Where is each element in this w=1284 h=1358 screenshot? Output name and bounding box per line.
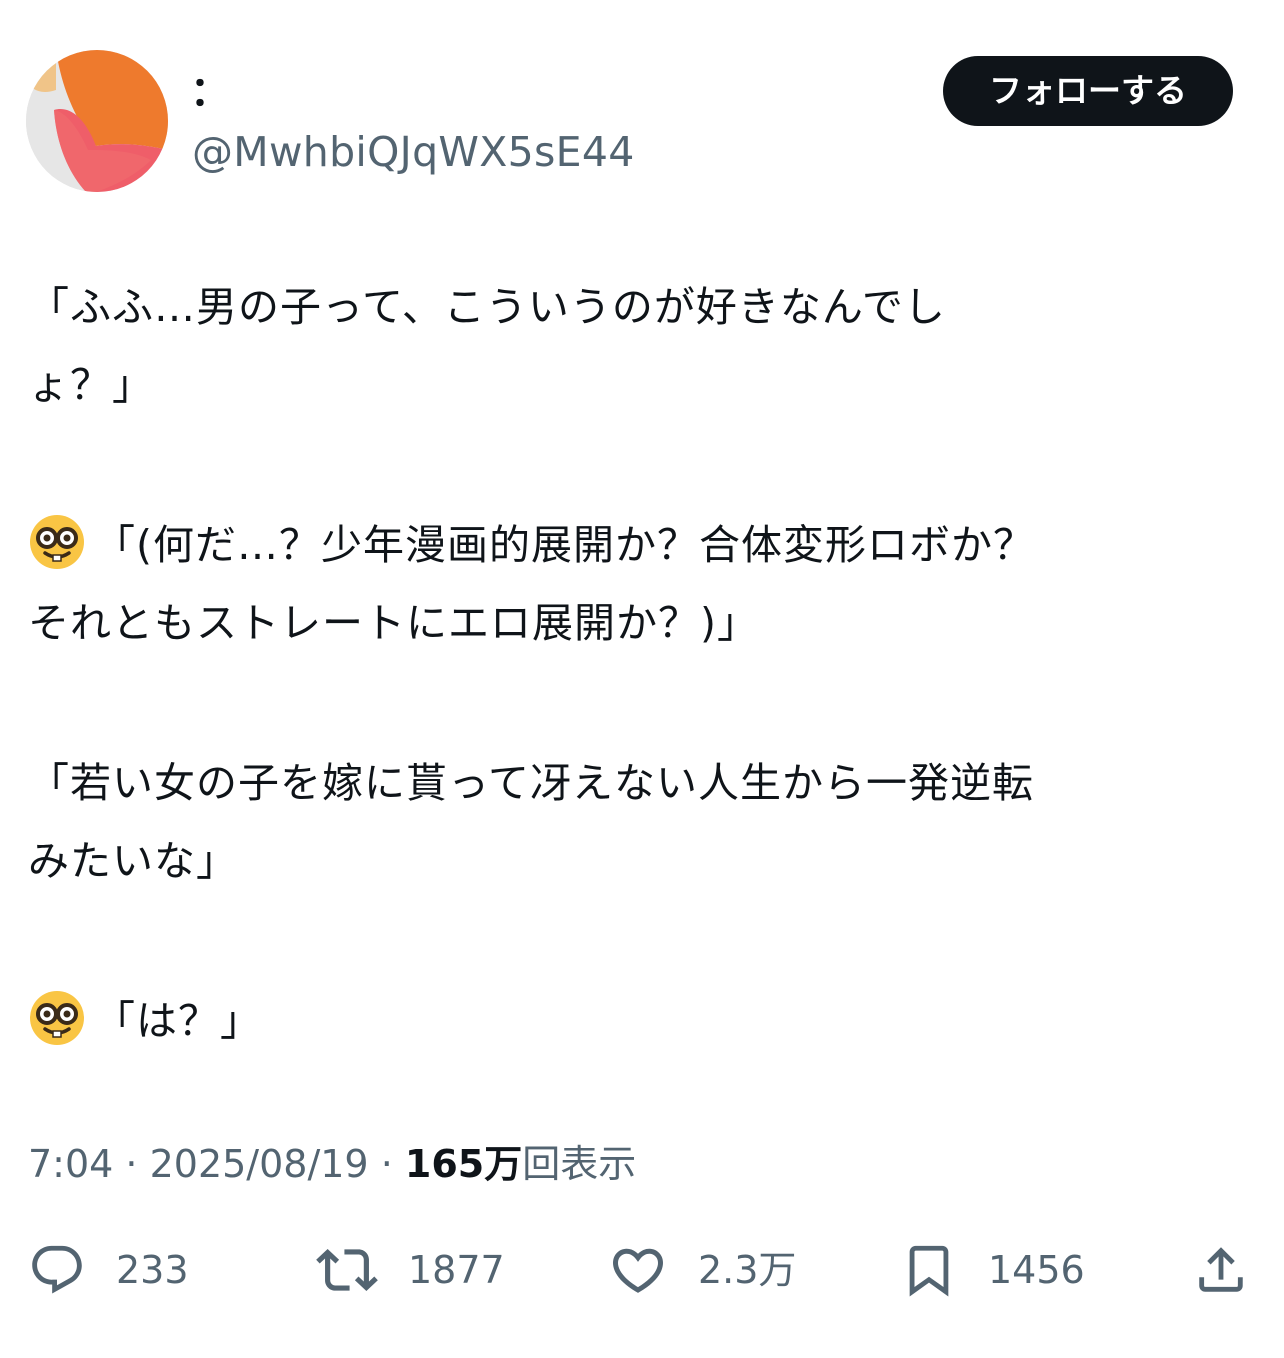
tweet-line: ょ？」 bbox=[28, 361, 154, 409]
reply-icon bbox=[32, 1245, 82, 1294]
user-handle[interactable]: @MwhbiQJqWX5sE44 bbox=[192, 126, 635, 178]
action-bar: 233 1877 2.3万 1456 bbox=[0, 1232, 1284, 1308]
tweet-line-with-emoji: 「は？」 bbox=[28, 982, 1258, 1060]
tweet-line-with-emoji: 「(何だ…？少年漫画的展開か？合体変形ロボか？ bbox=[28, 506, 1258, 584]
views-count: 165万 bbox=[404, 1142, 523, 1186]
reply-count: 233 bbox=[116, 1248, 189, 1292]
retweet-icon bbox=[316, 1249, 378, 1291]
reply-button[interactable]: 233 bbox=[28, 1232, 189, 1308]
avatar[interactable] bbox=[26, 50, 168, 192]
tweet-line-text: 「(何だ…？少年漫画的展開か？合体変形ロボか？ bbox=[94, 521, 1035, 569]
tweet-line: 「ふふ…男の子って、こういうのが好きなんでし bbox=[28, 283, 946, 331]
share-button[interactable] bbox=[1192, 1232, 1250, 1308]
like-count: 2.3万 bbox=[698, 1248, 797, 1292]
retweet-count: 1877 bbox=[408, 1248, 505, 1292]
tweet-meta: 7:04 · 2025/08/19 · 165万回表示 bbox=[28, 1136, 636, 1192]
meta-separator: · bbox=[113, 1142, 150, 1186]
tweet-date[interactable]: 2025/08/19 bbox=[150, 1142, 369, 1186]
tweet-time[interactable]: 7:04 bbox=[28, 1142, 113, 1186]
like-icon bbox=[612, 1248, 664, 1293]
tweet-line: それともストレートにエロ展開か？)」 bbox=[28, 599, 759, 647]
tweet-line-text: 「は？」 bbox=[94, 997, 262, 1045]
like-button[interactable]: 2.3万 bbox=[608, 1232, 796, 1308]
tweet-line: みたいな」 bbox=[28, 837, 238, 885]
share-icon bbox=[1199, 1247, 1243, 1292]
tweet-line: 「若い女の子を嫁に貰って冴えない人生から一発逆転 bbox=[28, 759, 1034, 807]
views-label: 回表示 bbox=[522, 1142, 637, 1186]
retweet-button[interactable]: 1877 bbox=[316, 1232, 505, 1308]
bookmark-count: 1456 bbox=[988, 1248, 1085, 1292]
nerd-face-icon bbox=[28, 513, 86, 571]
tweet-text: 「ふふ…男の子って、こういうのが好きなんでし ょ？」 「(何だ…？少年漫画的展開… bbox=[28, 268, 1258, 1060]
nerd-face-icon bbox=[28, 989, 86, 1047]
meta-separator: · bbox=[368, 1142, 405, 1186]
display-name[interactable]: ： bbox=[190, 68, 230, 116]
follow-button[interactable]: フォローする bbox=[943, 56, 1233, 126]
bookmark-icon bbox=[909, 1245, 949, 1297]
bookmark-button[interactable]: 1456 bbox=[900, 1232, 1085, 1308]
